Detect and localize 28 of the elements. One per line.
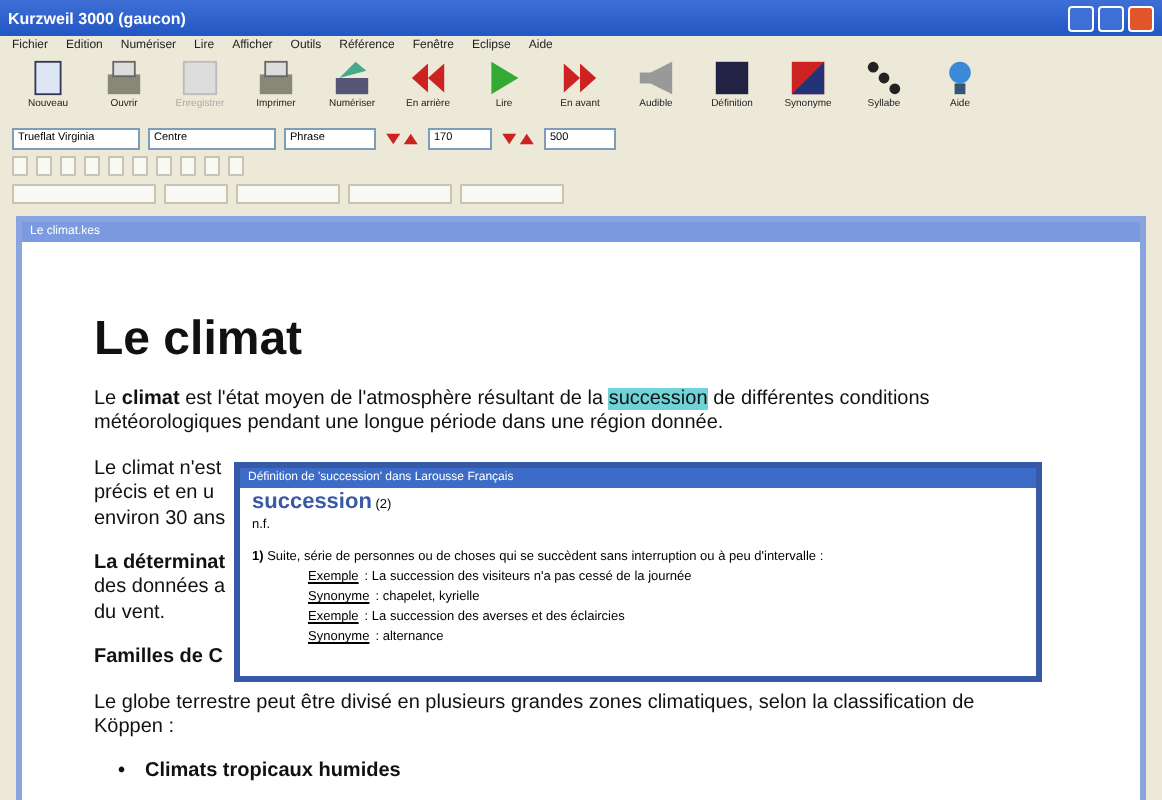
spin-arrows-icon[interactable] xyxy=(500,131,536,145)
speaker-icon xyxy=(638,60,674,96)
bullet-marker: • xyxy=(118,760,126,786)
minimize-button[interactable] xyxy=(1068,5,1094,31)
paragraph-line: des données a xyxy=(94,576,226,602)
scanner-icon xyxy=(334,60,370,96)
paragraph: Le globe terrestre peut être divisé en plusieurs grandes zones climatiques, selon la classification de Köppen : xyxy=(94,691,977,741)
document-heading: Le climat xyxy=(94,312,303,368)
paragraph-line: La déterminat xyxy=(94,552,226,577)
spin-arrows-icon[interactable] xyxy=(384,131,420,145)
page-icon xyxy=(30,60,66,96)
close-button[interactable] xyxy=(1128,5,1154,31)
paragraph-line: Le climat n'est xyxy=(94,457,224,483)
printer-icon xyxy=(106,60,142,96)
back-icon xyxy=(410,60,446,96)
paragraph-line: du vent. xyxy=(94,601,168,627)
entry-word: succession xyxy=(252,490,372,514)
dots-icon xyxy=(866,60,902,96)
section-heading: Familles de C xyxy=(94,646,223,672)
window-title: Kurzweil 3000 (gaucon) xyxy=(8,9,186,27)
forward-icon xyxy=(562,60,598,96)
paragraph-line: précis et en u xyxy=(94,482,217,508)
printer-icon xyxy=(258,60,294,96)
maximize-button[interactable] xyxy=(1098,5,1124,31)
paragraph: Le climat est l'état moyen de l'atmosphère résultant de la succession de différentes conditions météorologiques pendant une longue période dans une région donnée. xyxy=(94,388,932,438)
play-icon xyxy=(486,60,522,96)
bullet-item: Climats tropicaux humides xyxy=(145,760,401,786)
paragraph-line: environ 30 ans xyxy=(94,507,226,533)
